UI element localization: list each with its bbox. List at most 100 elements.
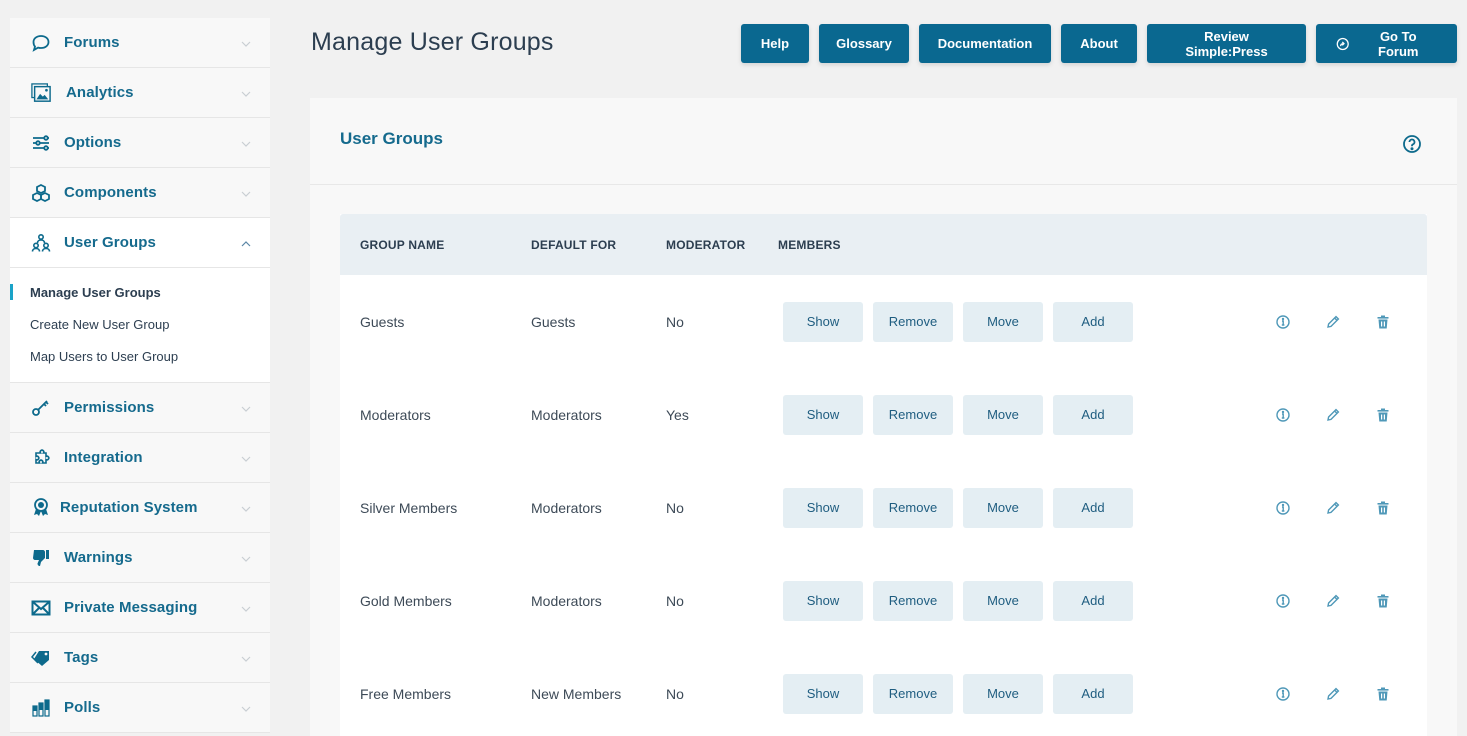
trash-icon[interactable] [1375,686,1391,702]
show-members-button[interactable]: Show [783,394,863,435]
moderator-value: No [666,499,684,516]
sidebar-item-reputation-system[interactable]: Reputation System [10,483,270,533]
sidebar-item-warnings[interactable]: Warnings [10,533,270,583]
move-members-button[interactable]: Move [963,673,1043,714]
show-members-button[interactable]: Show [783,580,863,621]
moderator-value: No [666,592,684,609]
pencil-icon[interactable] [1325,314,1341,330]
cubes-icon [30,182,52,204]
remove-members-button[interactable]: Remove [873,580,953,621]
chevron-down-icon [240,137,252,149]
go-to-forum-button[interactable]: Go To Forum [1316,24,1457,63]
move-members-button[interactable]: Move [963,394,1043,435]
chevron-down-icon [240,702,252,714]
sidebar-item-options[interactable]: Options [10,118,270,168]
default-for: New Members [531,685,622,702]
users-group-icon [30,232,52,254]
sidebar-item-tags[interactable]: Tags [10,633,270,683]
user-groups-table: GROUP NAME DEFAULT FOR MODERATOR MEMBERS… [340,214,1427,736]
header-toolbar: Help Glossary Documentation About Review… [741,24,1457,63]
pencil-icon[interactable] [1325,593,1341,609]
chevron-up-icon [240,237,252,249]
pencil-icon[interactable] [1325,407,1341,423]
move-members-button[interactable]: Move [963,487,1043,528]
sidebar-item-label: Forums [64,34,120,51]
show-members-button[interactable]: Show [783,487,863,528]
group-name: Free Members [360,685,452,702]
group-name: Gold Members [360,592,452,609]
bar-chart-icon [30,697,52,719]
sidebar-item-label: Private Messaging [64,599,198,616]
sidebar-item-permissions[interactable]: Permissions [10,383,270,433]
page-title: Manage User Groups [311,28,554,56]
table-row: Gold Members Moderators No Show Remove M… [340,554,1427,647]
remove-members-button[interactable]: Remove [873,673,953,714]
move-members-button[interactable]: Move [963,580,1043,621]
trash-icon[interactable] [1375,314,1391,330]
add-members-button[interactable]: Add [1053,487,1133,528]
panel-title: User Groups [340,129,443,148]
info-icon[interactable] [1275,593,1291,609]
group-name: Guests [360,313,405,330]
info-icon[interactable] [1275,686,1291,702]
help-button[interactable]: Help [741,24,809,63]
chevron-down-icon [240,552,252,564]
sidebar-item-label: Integration [64,449,143,466]
member-actions: Show Remove Move Add [783,394,1133,435]
pencil-icon[interactable] [1325,686,1341,702]
about-button[interactable]: About [1061,24,1137,63]
table-row: Silver Members Moderators No Show Remove… [340,461,1427,554]
chevron-down-icon [240,87,252,99]
trash-icon[interactable] [1375,500,1391,516]
add-members-button[interactable]: Add [1053,580,1133,621]
chevron-down-icon [240,37,252,49]
trash-icon[interactable] [1375,407,1391,423]
review-button[interactable]: Review Simple:Press [1147,24,1306,63]
sidebar-item-label: Tags [64,649,99,666]
default-for: Moderators [531,499,602,516]
add-members-button[interactable]: Add [1053,673,1133,714]
sidebar-item-user-groups[interactable]: User Groups [10,218,270,268]
sidebar-item-label: Options [64,134,122,151]
moderator-value: Yes [666,406,689,423]
add-members-button[interactable]: Add [1053,394,1133,435]
chevron-down-icon [240,187,252,199]
add-members-button[interactable]: Add [1053,301,1133,342]
sidebar-item-private-messaging[interactable]: Private Messaging [10,583,270,633]
sidebar-item-components[interactable]: Components [10,168,270,218]
sidebar-item-label: Reputation System [60,499,198,516]
show-members-button[interactable]: Show [783,673,863,714]
submenu-item-map-users-to-user-group[interactable]: Map Users to User Group [10,340,270,372]
info-icon[interactable] [1275,500,1291,516]
member-actions: Show Remove Move Add [783,580,1133,621]
documentation-button[interactable]: Documentation [919,24,1051,63]
remove-members-button[interactable]: Remove [873,301,953,342]
pencil-icon[interactable] [1325,500,1341,516]
sidebar-item-label: Permissions [64,399,155,416]
panel-header: User Groups [310,98,1457,185]
row-actions [1275,593,1391,609]
thumbs-down-icon [30,547,52,569]
default-for: Moderators [531,592,602,609]
user-groups-panel: User Groups GROUP NAME DEFAULT FOR MODER… [310,98,1457,736]
submenu-item-create-new-user-group[interactable]: Create New User Group [10,308,270,340]
help-circle-icon[interactable] [1402,134,1422,154]
row-actions [1275,686,1391,702]
show-members-button[interactable]: Show [783,301,863,342]
remove-members-button[interactable]: Remove [873,394,953,435]
move-members-button[interactable]: Move [963,301,1043,342]
info-icon[interactable] [1275,314,1291,330]
submenu-item-manage-user-groups[interactable]: Manage User Groups [10,276,270,308]
row-actions [1275,500,1391,516]
member-actions: Show Remove Move Add [783,301,1133,342]
sidebar-item-polls[interactable]: Polls [10,683,270,733]
sidebar-item-forums[interactable]: Forums [10,18,270,68]
sidebar-item-integration[interactable]: Integration [10,433,270,483]
info-icon[interactable] [1275,407,1291,423]
remove-members-button[interactable]: Remove [873,487,953,528]
sidebar-item-analytics[interactable]: Analytics [10,68,270,118]
envelope-icon [30,597,52,619]
glossary-button[interactable]: Glossary [819,24,909,63]
sidebar-item-label: Components [64,184,157,201]
trash-icon[interactable] [1375,593,1391,609]
